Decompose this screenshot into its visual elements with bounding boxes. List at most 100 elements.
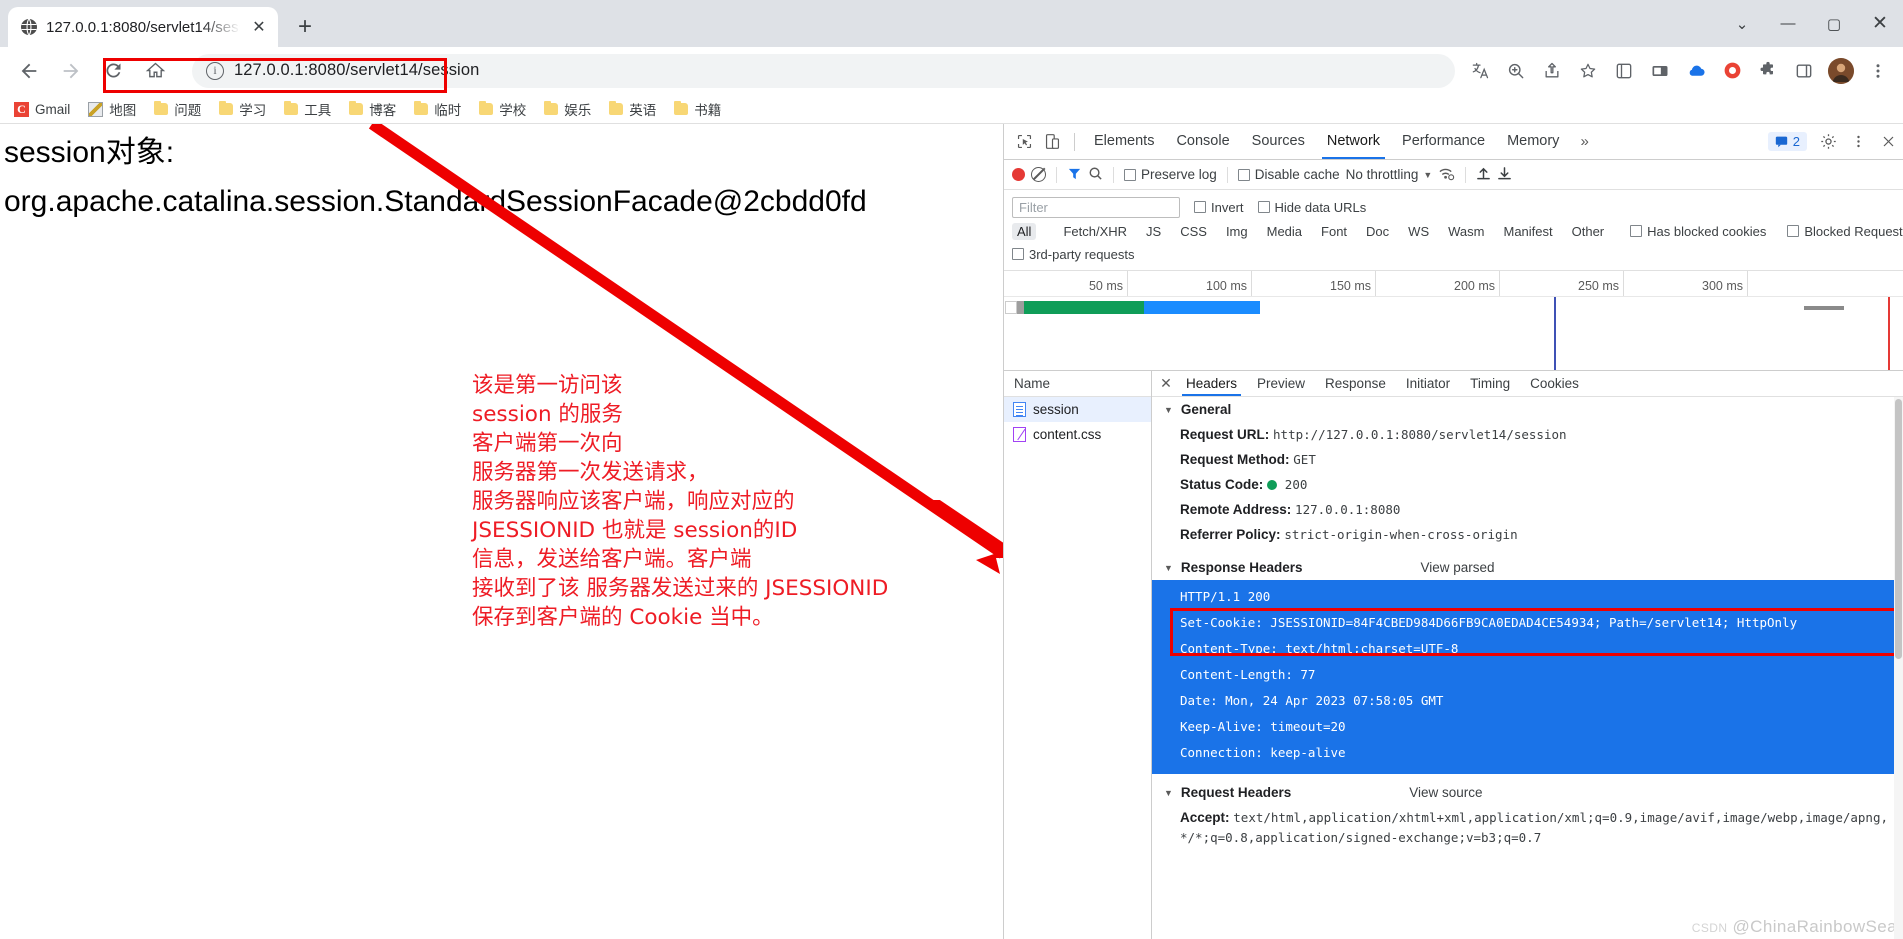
close-window-button[interactable]: ✕	[1857, 0, 1903, 47]
address-bar[interactable]: i 127.0.0.1:8080/servlet14/session	[192, 53, 1455, 88]
browser-menu-icon[interactable]	[1861, 54, 1895, 88]
filter-type-fetch-xhr[interactable]: Fetch/XHR	[1058, 223, 1132, 240]
filter-type-font[interactable]: Font	[1316, 223, 1352, 240]
close-detail-icon[interactable]: ✕	[1156, 375, 1176, 392]
forward-button[interactable]	[54, 54, 88, 88]
bookmark-folder-xuexi[interactable]: 学习	[211, 96, 274, 122]
export-har-icon[interactable]	[1497, 166, 1512, 184]
search-icon[interactable]	[1088, 166, 1103, 184]
tab-console[interactable]: Console	[1165, 124, 1240, 159]
request-row-session[interactable]: session	[1004, 397, 1151, 422]
filter-type-other[interactable]: Other	[1567, 223, 1610, 240]
bookmark-folder-gongju[interactable]: 工具	[276, 96, 339, 122]
filter-type-js[interactable]: JS	[1141, 223, 1166, 240]
home-button[interactable]	[138, 54, 172, 88]
filter-type-all[interactable]: All	[1012, 222, 1037, 240]
close-icon[interactable]	[1873, 127, 1903, 157]
bookmark-folder-linshi[interactable]: 临时	[406, 96, 469, 122]
funnel-icon[interactable]	[1067, 166, 1082, 184]
filter-type-media[interactable]: Media	[1262, 223, 1307, 240]
star-icon[interactable]	[1571, 54, 1605, 88]
maximize-button[interactable]: ▢	[1811, 0, 1857, 47]
filter-type-wasm[interactable]: Wasm	[1443, 223, 1489, 240]
side-panel-icon[interactable]	[1787, 54, 1821, 88]
filter-type-ws[interactable]: WS	[1403, 223, 1434, 240]
hide-data-urls-checkbox[interactable]: Hide data URLs	[1257, 200, 1366, 215]
request-timing-band	[1005, 301, 1260, 314]
chevron-down-icon[interactable]: ⌄	[1719, 0, 1765, 47]
site-info-icon[interactable]: i	[206, 61, 224, 80]
bookmark-folder-boke[interactable]: 博客	[341, 96, 404, 122]
device-toggle-icon[interactable]	[1038, 128, 1066, 156]
has-blocked-cookies-checkbox[interactable]: Has blocked cookies	[1630, 224, 1766, 239]
share-icon[interactable]	[1535, 54, 1569, 88]
headers-content: ▼ General Request URL: http://127.0.0.1:…	[1152, 397, 1903, 939]
general-section-header[interactable]: ▼ General	[1152, 397, 1903, 422]
toolbar-divider	[1465, 166, 1467, 183]
view-parsed-button[interactable]: View parsed	[1420, 560, 1494, 575]
tab-network[interactable]: Network	[1316, 124, 1391, 159]
detail-tab-initiator[interactable]: Initiator	[1396, 371, 1460, 396]
detail-tab-timing[interactable]: Timing	[1460, 371, 1520, 396]
third-party-requests-checkbox[interactable]: 3rd-party requests	[1012, 247, 1135, 262]
new-tab-button[interactable]: +	[288, 10, 322, 44]
minimize-button[interactable]: —	[1765, 0, 1811, 47]
import-har-icon[interactable]	[1476, 166, 1491, 184]
tab-elements[interactable]: Elements	[1083, 124, 1165, 159]
view-source-button[interactable]: View source	[1409, 785, 1482, 800]
reading-list-icon[interactable]	[1607, 54, 1641, 88]
response-headers-section-header[interactable]: ▼ Response Headers View parsed	[1152, 555, 1903, 580]
profile-avatar[interactable]	[1828, 57, 1854, 84]
gear-icon[interactable]	[1813, 127, 1843, 157]
tab-memory[interactable]: Memory	[1496, 124, 1570, 159]
request-row-content-css[interactable]: content.css	[1004, 422, 1151, 447]
bookmark-folder-wenti[interactable]: 问题	[146, 96, 209, 122]
filter-input[interactable]: Filter	[1012, 196, 1180, 218]
extensions-icon[interactable]	[1751, 54, 1785, 88]
bookmark-folder-yingyu[interactable]: 英语	[601, 96, 664, 122]
third-party-label: 3rd-party requests	[1029, 246, 1135, 262]
more-vertical-icon[interactable]	[1843, 127, 1873, 157]
filter-type-css[interactable]: CSS	[1175, 223, 1212, 240]
browser-tab[interactable]: 127.0.0.1:8080/servlet14/sessi ✕	[8, 7, 278, 47]
network-overview-timeline[interactable]: 50 ms 100 ms 150 ms 200 ms 250 ms 300 ms	[1004, 271, 1903, 371]
scrollbar-thumb[interactable]	[1895, 399, 1902, 659]
tab-close-icon[interactable]: ✕	[248, 16, 270, 38]
filter-type-img[interactable]: Img	[1221, 223, 1253, 240]
circle-icon[interactable]	[1715, 54, 1749, 88]
tab-performance[interactable]: Performance	[1391, 124, 1496, 159]
detail-tab-cookies[interactable]: Cookies	[1520, 371, 1589, 396]
issues-badge[interactable]: 2	[1767, 132, 1807, 151]
filter-type-manifest[interactable]: Manifest	[1498, 223, 1557, 240]
tab-sources[interactable]: Sources	[1241, 124, 1316, 159]
disable-cache-checkbox[interactable]: Disable cache	[1237, 167, 1340, 182]
detail-tab-response[interactable]: Response	[1315, 371, 1396, 396]
bookmark-label: 工具	[304, 103, 332, 118]
cloud-icon[interactable]	[1679, 54, 1713, 88]
network-conditions-icon[interactable]	[1438, 166, 1455, 184]
detail-tab-headers[interactable]: Headers	[1176, 371, 1247, 396]
bookmark-gmail[interactable]: C Gmail	[6, 99, 78, 120]
translate-icon[interactable]	[1463, 54, 1497, 88]
detail-scrollbar[interactable]	[1894, 397, 1903, 939]
bookmark-folder-xuexiao[interactable]: 学校	[471, 96, 534, 122]
bookmark-maps[interactable]: 地图	[80, 96, 144, 122]
inspect-element-icon[interactable]	[1010, 128, 1038, 156]
back-button[interactable]	[12, 54, 46, 88]
more-tabs-icon[interactable]: »	[1570, 133, 1598, 150]
clear-network-log-icon[interactable]	[1031, 167, 1046, 182]
preserve-log-checkbox[interactable]: Preserve log	[1124, 167, 1217, 182]
zoom-icon[interactable]	[1499, 54, 1533, 88]
reload-button[interactable]	[96, 54, 130, 88]
bookmark-folder-yule[interactable]: 娱乐	[536, 96, 599, 122]
bookmark-folder-shuji[interactable]: 书籍	[666, 96, 729, 122]
response-headers-raw[interactable]: HTTP/1.1 200 Set-Cookie: JSESSIONID=84F4…	[1152, 580, 1903, 774]
media-icon[interactable]	[1643, 54, 1677, 88]
detail-tab-preview[interactable]: Preview	[1247, 371, 1315, 396]
request-headers-section-header[interactable]: ▼ Request Headers View source	[1152, 780, 1903, 805]
record-button[interactable]	[1012, 168, 1025, 181]
invert-checkbox[interactable]: Invert	[1194, 200, 1244, 215]
throttling-select[interactable]: No throttling ▼	[1346, 167, 1433, 182]
filter-type-doc[interactable]: Doc	[1361, 223, 1394, 240]
blocked-requests-checkbox[interactable]: Blocked Requests	[1787, 224, 1903, 239]
